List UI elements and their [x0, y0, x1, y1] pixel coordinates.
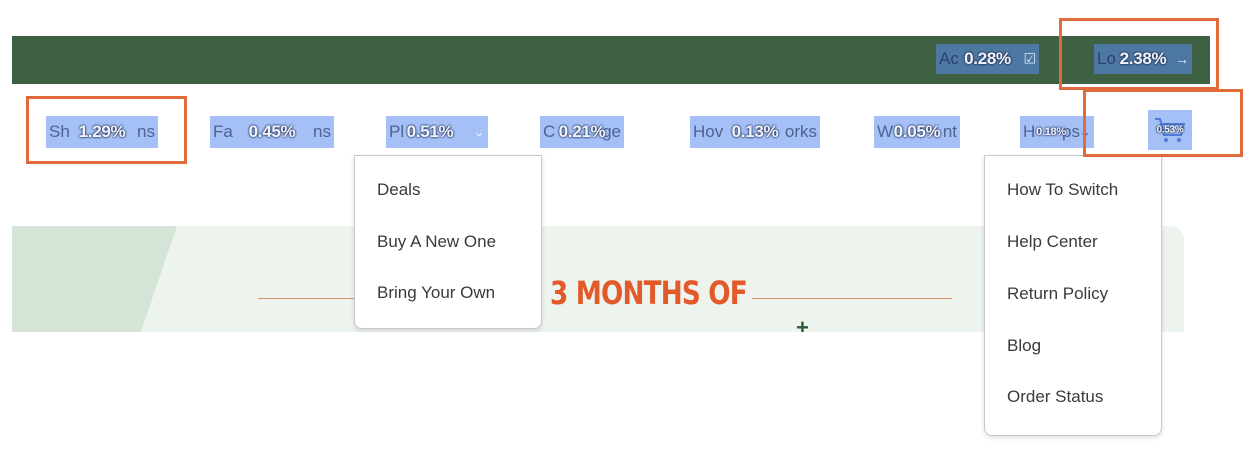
banner-line-right [752, 298, 952, 299]
help-menu-order-status[interactable]: Order Status [1007, 387, 1103, 407]
nav-how-it-works[interactable]: Hov orks 0.13% [690, 116, 820, 148]
banner-plus: + [796, 315, 809, 332]
banner-stripe [12, 226, 177, 332]
nav-phones-heat: 0.51% [406, 122, 454, 141]
help-menu-how-to-switch[interactable]: How To Switch [1007, 180, 1118, 200]
nav-coverage[interactable]: C ge 0.21% [540, 116, 624, 148]
help-dropdown: How To Switch Help Center Return Policy … [984, 155, 1162, 436]
selection-box-cart [1083, 89, 1243, 157]
help-menu-help-center[interactable]: Help Center [1007, 232, 1098, 252]
nav-why-heat: 0.05% [893, 122, 941, 141]
selection-box-shop-plans [26, 96, 187, 164]
account-heat-label: 0.28% [964, 49, 1011, 68]
nav-family-plans[interactable]: Fa ns 0.45% [210, 116, 334, 148]
account-link[interactable]: Ac ☑ 0.28% [936, 44, 1039, 74]
nav-coverage-heat: 0.21% [558, 122, 606, 141]
nav-family-plans-heat: 0.45% [248, 122, 296, 141]
help-menu-blog[interactable]: Blog [1007, 336, 1041, 356]
phones-menu-buy-new[interactable]: Buy A New One [377, 232, 496, 252]
phones-menu-bring-your-own[interactable]: Bring Your Own [377, 283, 495, 303]
phones-menu-deals[interactable]: Deals [377, 180, 420, 200]
nav-how-it-works-heat: 0.13% [731, 122, 779, 141]
selection-box-login [1059, 18, 1219, 90]
phones-dropdown: Deals Buy A New One Bring Your Own [354, 155, 542, 329]
banner-headline: 3 MONTHS OF [550, 274, 748, 312]
help-menu-return-policy[interactable]: Return Policy [1007, 284, 1108, 304]
banner-line-left [258, 298, 368, 299]
nav-why[interactable]: W nt 0.05% [874, 116, 960, 148]
nav-phones[interactable]: Pl ⌄ 0.51% [386, 116, 488, 148]
